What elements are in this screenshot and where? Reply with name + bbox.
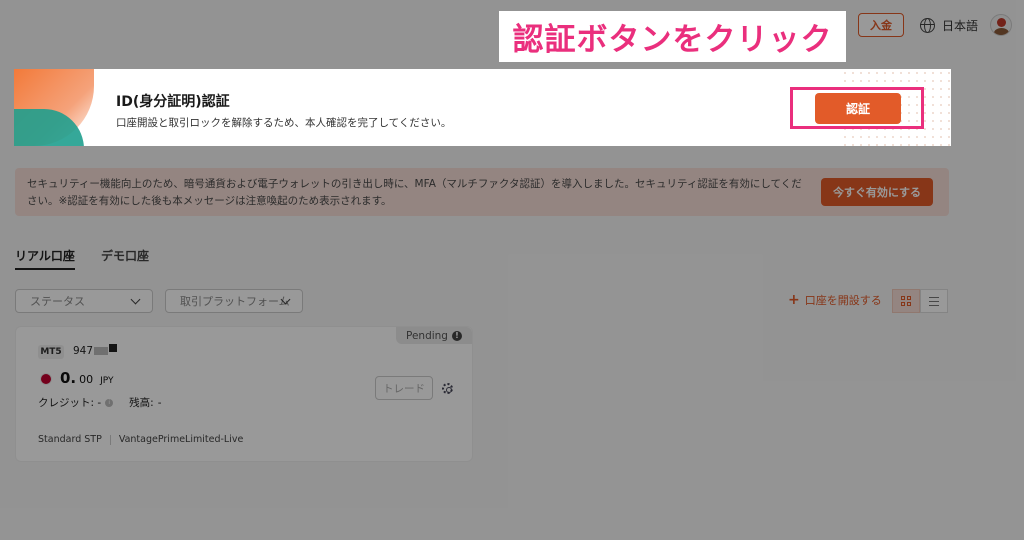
verification-subtitle: 口座開設と取引ロックを解除するため、本人確認を完了してください。 — [116, 117, 452, 129]
verification-title: ID(身分証明)認証 — [116, 94, 230, 110]
verify-button[interactable]: 認証 — [815, 93, 901, 124]
id-verification-banner: ID(身分証明)認証 口座開設と取引ロックを解除するため、本人確認を完了してくだ… — [14, 69, 951, 146]
instruction-caption: 認証ボタンをクリック — [499, 11, 846, 62]
